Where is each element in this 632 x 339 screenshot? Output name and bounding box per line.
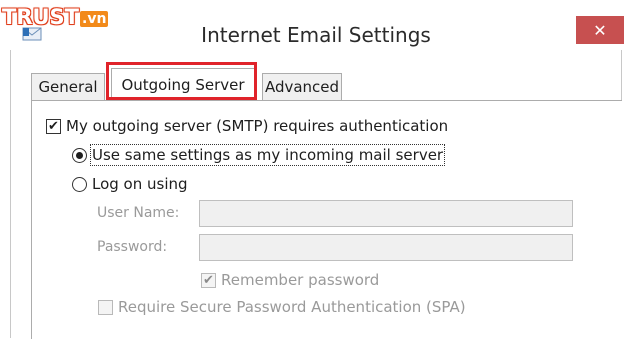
close-button[interactable]: ✕ bbox=[576, 16, 624, 44]
tab-general[interactable]: General bbox=[31, 73, 105, 100]
logo-tld-badge: .vn bbox=[80, 11, 109, 27]
use-same-settings-radio-row[interactable]: Use same settings as my incoming mail se… bbox=[72, 144, 446, 166]
tab-highlight-annotation bbox=[106, 62, 257, 100]
spa-checkbox[interactable] bbox=[98, 299, 113, 315]
radio-dot-icon bbox=[76, 151, 83, 159]
checkmark-icon: ✔ bbox=[48, 118, 59, 134]
use-same-settings-radio[interactable] bbox=[72, 147, 87, 163]
user-name-label: User Name: bbox=[97, 205, 180, 221]
log-on-using-label: Log on using bbox=[92, 175, 188, 193]
requires-auth-checkbox[interactable]: ✔ bbox=[46, 118, 61, 134]
window-left-border bbox=[10, 50, 11, 338]
close-icon: ✕ bbox=[593, 20, 607, 40]
log-on-using-radio[interactable] bbox=[72, 176, 87, 192]
remember-password-checkbox-row[interactable]: ✔ Remember password bbox=[201, 271, 379, 289]
spa-checkbox-row[interactable]: Require Secure Password Authentication (… bbox=[98, 298, 466, 316]
trust-vn-logo: TRUST .vn bbox=[2, 4, 109, 29]
remember-password-checkbox[interactable]: ✔ bbox=[201, 272, 216, 288]
remember-password-label: Remember password bbox=[221, 271, 380, 289]
requires-auth-checkbox-row[interactable]: ✔ My outgoing server (SMTP) requires aut… bbox=[46, 117, 448, 135]
tab-advanced[interactable]: Advanced bbox=[262, 73, 342, 100]
password-input[interactable] bbox=[199, 234, 573, 261]
checkmark-icon: ✔ bbox=[203, 272, 214, 288]
use-same-settings-label: Use same settings as my incoming mail se… bbox=[89, 144, 446, 166]
requires-auth-label: My outgoing server (SMTP) requires authe… bbox=[66, 117, 449, 135]
internet-email-settings-dialog: TRUST .vn Internet Email Settings ✕ Gene… bbox=[0, 0, 632, 339]
spa-label: Require Secure Password Authentication (… bbox=[118, 298, 466, 316]
log-on-using-radio-row[interactable]: Log on using bbox=[72, 175, 188, 193]
logo-brand-text: TRUST bbox=[2, 5, 79, 29]
password-label: Password: bbox=[97, 239, 168, 255]
user-name-input[interactable] bbox=[199, 200, 573, 227]
